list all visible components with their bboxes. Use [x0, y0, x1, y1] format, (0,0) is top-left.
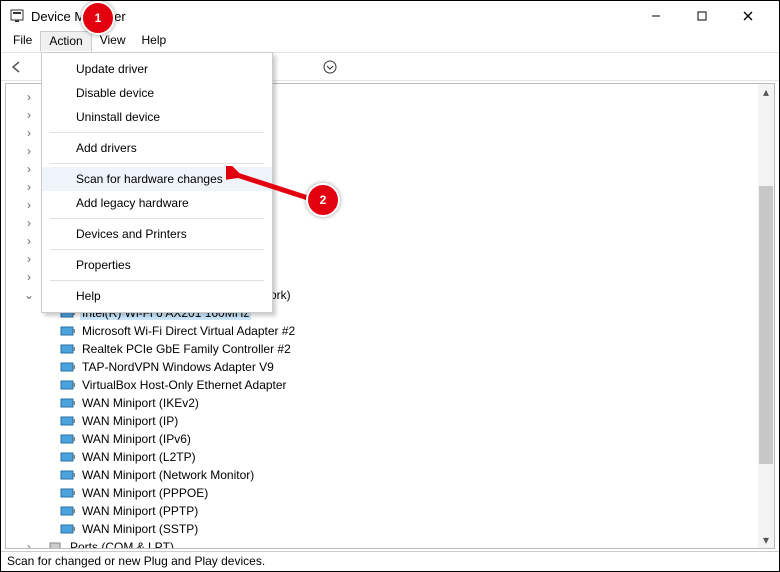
chevron-right-icon[interactable]: › — [22, 216, 36, 230]
network-adapter-icon — [60, 450, 76, 464]
device-label: WAN Miniport (SSTP) — [80, 522, 200, 536]
callout-1: 1 — [81, 1, 115, 35]
device-label: WAN Miniport (PPTP) — [80, 504, 200, 518]
menu-item-update-driver[interactable]: Update driver — [42, 57, 272, 81]
scroll-up-icon[interactable]: ▴ — [763, 84, 769, 100]
window-title: Device Manager — [31, 9, 633, 24]
device-item[interactable]: WAN Miniport (PPPOE) — [6, 484, 774, 502]
menu-separator — [50, 249, 264, 250]
device-label: WAN Miniport (IKEv2) — [80, 396, 201, 410]
toolbar-button-extra[interactable] — [318, 55, 342, 79]
menu-file[interactable]: File — [5, 31, 40, 52]
minimize-button[interactable] — [633, 1, 679, 31]
menu-item-add-drivers[interactable]: Add drivers — [42, 136, 272, 160]
tree-category-ports[interactable]: ›Ports (COM & LPT) — [6, 538, 774, 549]
device-label: WAN Miniport (L2TP) — [80, 450, 198, 464]
callout-2: 2 — [306, 183, 340, 217]
device-label: Microsoft Wi-Fi Direct Virtual Adapter #… — [80, 324, 297, 338]
network-adapter-icon — [60, 414, 76, 428]
device-item[interactable]: WAN Miniport (Network Monitor) — [6, 466, 774, 484]
device-item[interactable]: WAN Miniport (L2TP) — [6, 448, 774, 466]
chevron-right-icon[interactable]: › — [22, 540, 36, 549]
menu-item-uninstall-device[interactable]: Uninstall device — [42, 105, 272, 129]
callout-arrow — [226, 166, 316, 206]
network-adapter-icon — [60, 378, 76, 392]
menu-separator — [50, 163, 264, 164]
network-adapter-icon — [60, 342, 76, 356]
device-item[interactable]: WAN Miniport (SSTP) — [6, 520, 774, 538]
network-adapter-icon — [60, 486, 76, 500]
device-item[interactable]: Microsoft Wi-Fi Direct Virtual Adapter #… — [6, 322, 774, 340]
network-adapter-icon — [60, 468, 76, 482]
device-item[interactable]: WAN Miniport (IPv6) — [6, 430, 774, 448]
chevron-right-icon[interactable]: › — [22, 126, 36, 140]
chevron-right-icon[interactable]: › — [22, 198, 36, 212]
statusbar: Scan for changed or new Plug and Play de… — [1, 551, 779, 571]
device-label: WAN Miniport (PPPOE) — [80, 486, 210, 500]
device-label: WAN Miniport (Network Monitor) — [80, 468, 256, 482]
network-adapter-icon — [60, 522, 76, 536]
network-adapter-icon — [60, 324, 76, 338]
chevron-right-icon[interactable]: › — [22, 252, 36, 266]
app-icon — [9, 8, 25, 24]
menu-item-help[interactable]: Help — [42, 284, 272, 308]
chevron-down-icon[interactable]: ⌄ — [22, 288, 36, 302]
chevron-right-icon[interactable]: › — [22, 234, 36, 248]
scrollbar-thumb[interactable] — [759, 186, 773, 464]
menu-separator — [50, 218, 264, 219]
chevron-right-icon[interactable]: › — [22, 180, 36, 194]
back-button[interactable] — [5, 55, 29, 79]
titlebar: Device Manager — [1, 1, 779, 31]
device-label: WAN Miniport (IPv6) — [80, 432, 193, 446]
device-item[interactable]: WAN Miniport (IKEv2) — [6, 394, 774, 412]
network-adapter-icon — [60, 396, 76, 410]
scroll-down-icon[interactable]: ▾ — [763, 532, 769, 548]
menubar: File Action View Help — [1, 31, 779, 53]
network-adapter-icon — [60, 360, 76, 374]
device-item[interactable]: VirtualBox Host-Only Ethernet Adapter — [6, 376, 774, 394]
device-label: TAP-NordVPN Windows Adapter V9 — [80, 360, 276, 374]
chevron-right-icon[interactable]: › — [22, 144, 36, 158]
menu-action[interactable]: Action — [40, 31, 91, 52]
menu-item-devices-and-printers[interactable]: Devices and Printers — [42, 222, 272, 246]
menu-help[interactable]: Help — [134, 31, 175, 52]
device-label: WAN Miniport (IP) — [80, 414, 180, 428]
chevron-right-icon[interactable]: › — [22, 108, 36, 122]
menu-item-disable-device[interactable]: Disable device — [42, 81, 272, 105]
maximize-button[interactable] — [679, 1, 725, 31]
statusbar-text: Scan for changed or new Plug and Play de… — [7, 554, 265, 568]
network-adapter-icon — [60, 432, 76, 446]
ports-icon — [48, 540, 64, 549]
menu-separator — [50, 132, 264, 133]
vertical-scrollbar[interactable]: ▴ ▾ — [758, 84, 774, 548]
device-label: VirtualBox Host-Only Ethernet Adapter — [80, 378, 289, 392]
device-item[interactable]: Realtek PCIe GbE Family Controller #2 — [6, 340, 774, 358]
chevron-right-icon[interactable]: › — [22, 270, 36, 284]
menu-item-properties[interactable]: Properties — [42, 253, 272, 277]
chevron-right-icon[interactable]: › — [22, 162, 36, 176]
device-item[interactable]: TAP-NordVPN Windows Adapter V9 — [6, 358, 774, 376]
network-adapter-icon — [60, 504, 76, 518]
device-item[interactable]: WAN Miniport (PPTP) — [6, 502, 774, 520]
device-item[interactable]: WAN Miniport (IP) — [6, 412, 774, 430]
chevron-right-icon[interactable]: › — [22, 90, 36, 104]
close-button[interactable] — [725, 1, 771, 31]
menu-separator — [50, 280, 264, 281]
device-label: Realtek PCIe GbE Family Controller #2 — [80, 342, 293, 356]
